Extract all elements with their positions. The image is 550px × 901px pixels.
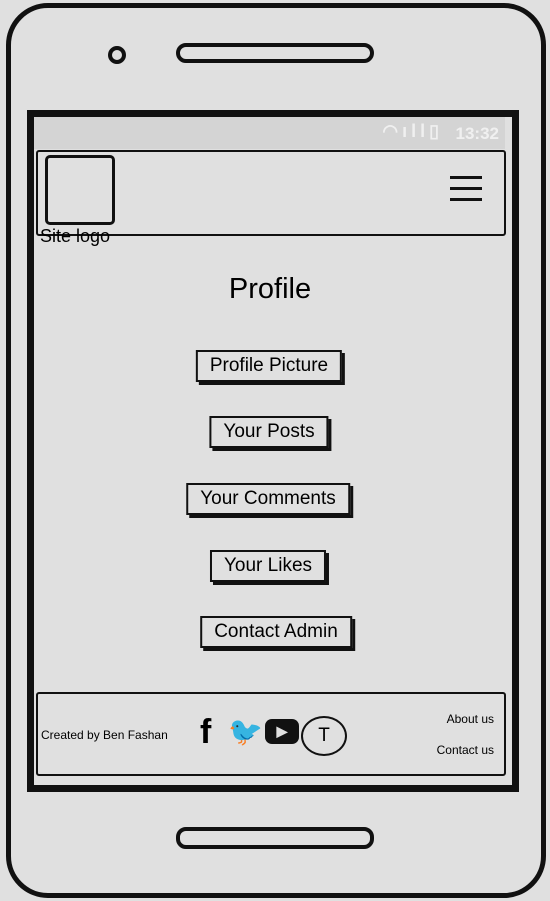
about-us-link[interactable]: About us <box>447 712 494 726</box>
your-posts-button[interactable]: Your Posts <box>209 416 329 448</box>
twitter-icon[interactable]: 🐦 <box>228 712 263 752</box>
site-logo[interactable] <box>45 155 115 225</box>
signal-icon: ıll <box>402 121 430 141</box>
status-time: 13:32 <box>455 124 499 143</box>
contact-us-link[interactable]: Contact us <box>437 743 494 757</box>
youtube-icon[interactable]: ▶ <box>265 719 299 744</box>
status-icons: ◠ıll▯ <box>382 121 443 142</box>
hamburger-menu-icon[interactable] <box>450 176 482 204</box>
wifi-icon: ◠ <box>382 121 403 141</box>
facebook-icon[interactable]: f <box>200 712 211 752</box>
contact-admin-button[interactable]: Contact Admin <box>200 616 352 648</box>
footer-credit: Created by Ben Fashan <box>41 728 168 742</box>
battery-icon: ▯ <box>429 121 443 141</box>
status-bar: ◠ıll▯ 13:32 <box>34 117 505 149</box>
speaker-slot <box>176 43 374 63</box>
page-title: Profile <box>228 273 312 305</box>
home-bar <box>176 827 374 849</box>
camera-icon <box>108 46 126 64</box>
t-badge-icon[interactable]: T <box>301 716 347 756</box>
your-comments-button[interactable]: Your Comments <box>186 483 350 515</box>
profile-picture-button[interactable]: Profile Picture <box>195 350 343 382</box>
site-logo-label: Site logo <box>40 226 111 246</box>
your-likes-button[interactable]: Your Likes <box>209 550 327 582</box>
